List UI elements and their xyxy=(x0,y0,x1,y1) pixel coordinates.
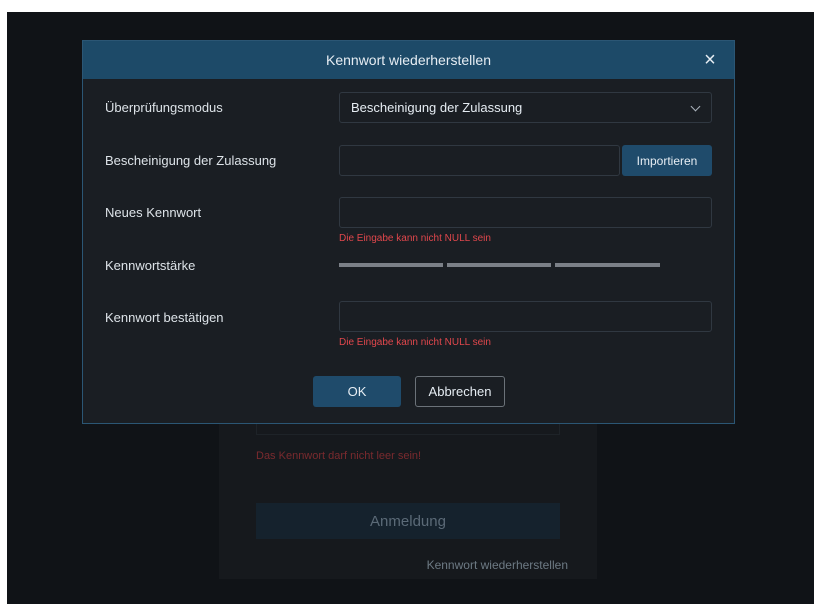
verification-mode-label: Überprüfungsmodus xyxy=(105,100,223,115)
password-strength-label: Kennwortstärke xyxy=(105,258,196,273)
verification-mode-select[interactable]: Bescheinigung der Zulassung xyxy=(339,92,712,123)
certificate-input[interactable] xyxy=(339,145,620,176)
chevron-down-icon xyxy=(690,101,701,112)
ok-button[interactable]: OK xyxy=(313,376,401,407)
confirm-password-input[interactable] xyxy=(339,301,712,332)
strength-segment-3 xyxy=(555,263,660,267)
close-icon[interactable] xyxy=(700,50,720,70)
strength-segment-2 xyxy=(447,263,551,267)
login-panel: Das Kennwort darf nicht leer sein! Anmel… xyxy=(219,399,597,579)
new-password-error: Die Eingabe kann nicht NULL sein xyxy=(339,233,491,244)
strength-segment-1 xyxy=(339,263,443,267)
dialog-title: Kennwort wiederherstellen xyxy=(326,52,491,68)
new-password-input[interactable] xyxy=(339,197,712,228)
login-error-text: Das Kennwort darf nicht leer sein! xyxy=(256,450,422,462)
recover-password-dialog: Kennwort wiederherstellen Überprüfungsmo… xyxy=(82,40,735,424)
recover-password-link[interactable]: Kennwort wiederherstellen xyxy=(427,558,568,572)
login-button[interactable]: Anmeldung xyxy=(256,503,560,539)
verification-mode-value: Bescheinigung der Zulassung xyxy=(351,100,523,115)
certificate-label: Bescheinigung der Zulassung xyxy=(105,153,277,168)
import-button[interactable]: Importieren xyxy=(622,145,712,176)
app-background: Das Kennwort darf nicht leer sein! Anmel… xyxy=(7,12,814,604)
cancel-button[interactable]: Abbrechen xyxy=(415,376,505,407)
confirm-password-error: Die Eingabe kann nicht NULL sein xyxy=(339,337,491,348)
dialog-header: Kennwort wiederherstellen xyxy=(83,41,734,79)
new-password-label: Neues Kennwort xyxy=(105,205,202,220)
confirm-password-label: Kennwort bestätigen xyxy=(105,310,224,325)
